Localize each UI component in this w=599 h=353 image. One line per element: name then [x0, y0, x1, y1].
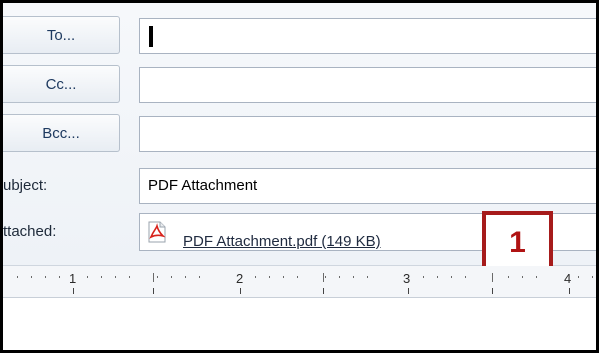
ruler-ticks — [17, 273, 593, 294]
cc-field[interactable] — [139, 67, 596, 103]
ruler-number: 2 — [236, 271, 244, 286]
attached-label: ttached: — [3, 223, 57, 240]
ruler-number: 3 — [403, 271, 411, 286]
to-button-label: To... — [46, 26, 76, 44]
message-body[interactable] — [3, 298, 596, 350]
callout-label: 1 — [509, 226, 526, 259]
subject-field[interactable]: PDF Attachment — [139, 168, 596, 204]
to-field[interactable] — [139, 18, 596, 54]
bcc-field[interactable] — [139, 116, 596, 152]
ruler-number: 1 — [69, 271, 77, 286]
ruler-number: 4 — [564, 271, 572, 286]
pdf-file-icon — [148, 221, 166, 243]
cc-button-label: Cc... — [45, 75, 77, 93]
ruler: 1 2 3 4 — [3, 266, 596, 298]
outlook-message-window: To... Cc... Bcc... ubject: PDF Attachmen… — [0, 0, 599, 353]
subject-label: ubject: — [3, 177, 48, 194]
bcc-button-label: Bcc... — [42, 124, 80, 142]
cc-button[interactable]: Cc... — [3, 65, 120, 103]
text-cursor — [149, 26, 153, 47]
subject-value: PDF Attachment — [148, 177, 258, 194]
message-header: To... Cc... Bcc... ubject: PDF Attachmen… — [3, 3, 596, 275]
to-button[interactable]: To... — [3, 16, 120, 54]
attachment-link[interactable]: PDF Attachment.pdf (149 KB) — [183, 233, 381, 250]
bcc-button[interactable]: Bcc... — [3, 114, 120, 152]
